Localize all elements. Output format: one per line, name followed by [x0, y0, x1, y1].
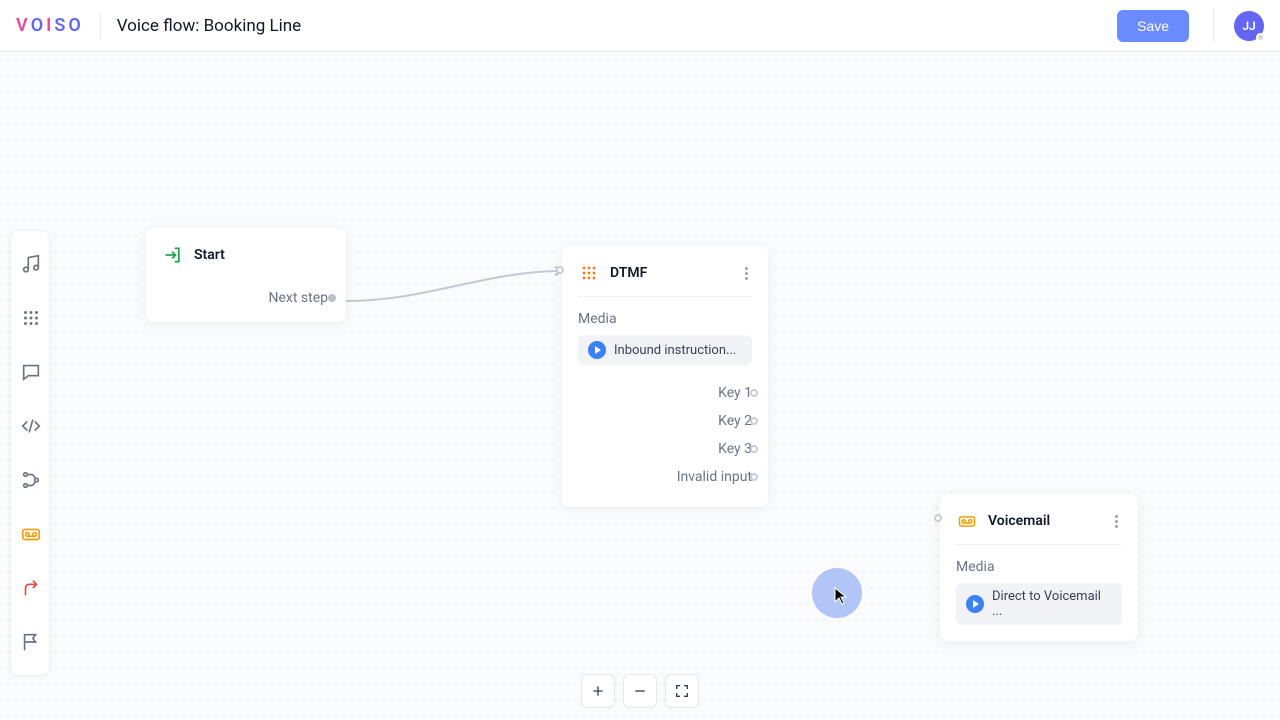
- canvas[interactable]: Start Next step DTMF Media Inbound instr…: [0, 52, 1280, 720]
- voicemail-node-icon: [956, 510, 978, 532]
- play-icon[interactable]: [588, 341, 606, 359]
- edge-start-to-dtmf: [346, 261, 568, 321]
- media-section-label: Media: [578, 311, 752, 327]
- start-icon: [162, 244, 184, 266]
- avatar-initials: JJ: [1242, 19, 1255, 33]
- chat-tool[interactable]: [11, 345, 51, 399]
- next-step-label: Next step: [269, 290, 329, 306]
- divider: [100, 14, 101, 38]
- invalid-input-label: Invalid input: [677, 469, 752, 485]
- node-menu-button[interactable]: [741, 263, 752, 284]
- avatar[interactable]: JJ: [1234, 11, 1264, 41]
- play-icon[interactable]: [966, 595, 984, 613]
- port-key-2[interactable]: [750, 417, 758, 425]
- music-icon: [20, 253, 42, 275]
- zoom-in-button[interactable]: [581, 674, 615, 708]
- key-3-label: Key 3: [718, 441, 752, 457]
- node-start-title: Start: [194, 247, 330, 263]
- node-voicemail[interactable]: Voicemail Media Direct to Voicemail ...: [940, 494, 1138, 641]
- branch-tool[interactable]: [11, 453, 51, 507]
- flag-icon: [20, 631, 42, 653]
- media-pill[interactable]: Inbound instruction...: [578, 335, 752, 365]
- keypad-icon: [20, 307, 42, 329]
- dtmf-tool[interactable]: [11, 291, 51, 345]
- port-invalid[interactable]: [750, 473, 758, 481]
- port-in[interactable]: [934, 514, 942, 522]
- dtmf-icon: [578, 262, 600, 284]
- zoom-out-button[interactable]: [623, 674, 657, 708]
- voicemail-icon: [20, 523, 42, 545]
- flag-tool[interactable]: [11, 615, 51, 669]
- media-name: Inbound instruction...: [614, 343, 736, 358]
- port-key-3[interactable]: [750, 445, 758, 453]
- key-1-label: Key 1: [718, 385, 752, 401]
- transfer-tool[interactable]: [11, 561, 51, 615]
- key-2-label: Key 2: [718, 413, 752, 429]
- code-tool[interactable]: [11, 399, 51, 453]
- node-voicemail-title: Voicemail: [988, 513, 1101, 529]
- header: VOISO Voice flow: Booking Line Save JJ: [0, 0, 1280, 52]
- zoom-controls: [581, 674, 699, 708]
- branch-icon: [20, 469, 42, 491]
- chat-icon: [20, 361, 42, 383]
- avatar-wrap: JJ: [1213, 10, 1264, 42]
- port-in[interactable]: [556, 266, 564, 274]
- port-key-1[interactable]: [750, 389, 758, 397]
- save-button[interactable]: Save: [1117, 10, 1189, 42]
- node-dtmf[interactable]: DTMF Media Inbound instruction... Key 1 …: [562, 246, 768, 507]
- status-dot: [1256, 33, 1265, 42]
- fullscreen-icon: [674, 683, 690, 699]
- node-menu-button[interactable]: [1111, 511, 1122, 532]
- plus-icon: [590, 683, 606, 699]
- page-title: Voice flow: Booking Line: [117, 16, 301, 36]
- tool-sidebar: [10, 230, 50, 676]
- arrow-turn-icon: [20, 577, 42, 599]
- logo: VOISO: [16, 15, 84, 36]
- media-name: Direct to Voicemail ...: [992, 589, 1112, 619]
- node-start[interactable]: Start Next step: [146, 228, 346, 322]
- media-pill[interactable]: Direct to Voicemail ...: [956, 583, 1122, 625]
- code-icon: [20, 415, 42, 437]
- voicemail-tool[interactable]: [11, 507, 51, 561]
- port-out[interactable]: [328, 294, 336, 302]
- media-section-label: Media: [956, 559, 1122, 575]
- cursor-icon: [834, 587, 848, 605]
- minus-icon: [632, 683, 648, 699]
- node-dtmf-title: DTMF: [610, 265, 731, 281]
- fit-button[interactable]: [665, 674, 699, 708]
- media-tool[interactable]: [11, 237, 51, 291]
